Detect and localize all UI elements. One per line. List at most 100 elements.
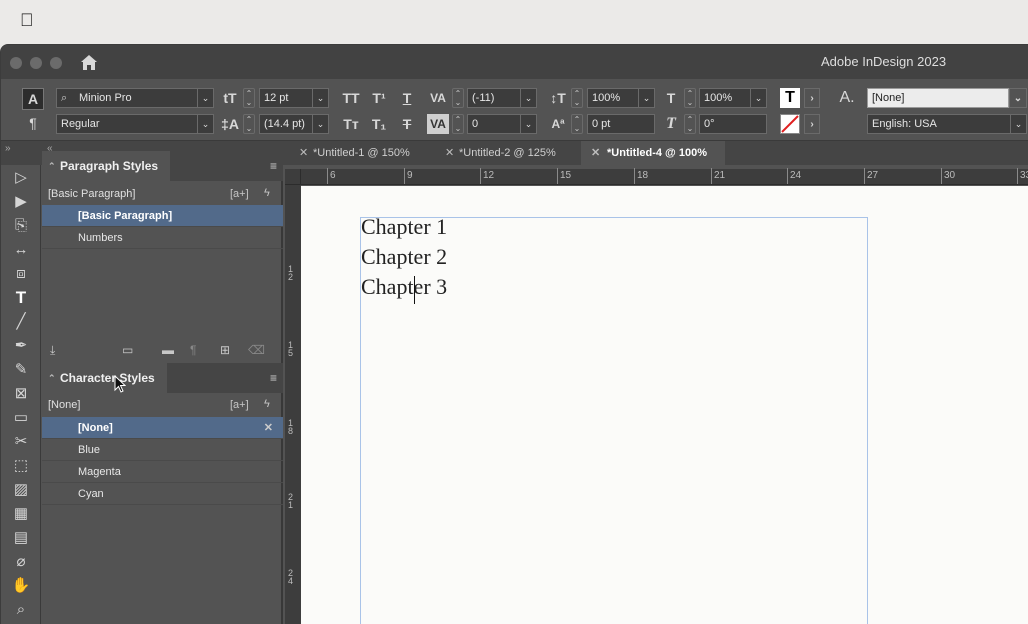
new-style-icon[interactable]: [a+] <box>230 399 249 411</box>
close-window-button[interactable] <box>10 57 22 69</box>
zoom-tool-icon[interactable]: ⌕ <box>9 599 33 621</box>
close-icon[interactable]: ✕ <box>299 141 308 165</box>
chevron-down-icon[interactable]: ⌄ <box>197 115 213 133</box>
vertical-ruler[interactable]: 1 21 51 82 12 42 <box>285 185 301 624</box>
pencil-tool-icon[interactable]: ✎ <box>9 359 33 381</box>
list-item[interactable]: Cyan <box>42 483 283 505</box>
chevron-down-icon[interactable]: ⌄ <box>197 89 213 107</box>
font-size-stepper[interactable]: ⌃ ⌄ <box>243 88 255 108</box>
tab-untitled-2[interactable]: ✕ *Untitled-2 @ 125% <box>445 141 579 165</box>
list-item[interactable]: [None] ✕ <box>42 417 283 439</box>
list-item[interactable]: Blue <box>42 439 283 461</box>
panel-menu-icon[interactable]: ≡ <box>270 371 277 385</box>
horizontal-scale-stepper[interactable]: ⌃ ⌄ <box>684 88 696 108</box>
horizontal-ruler[interactable]: 6 9 12 15 18 21 24 27 30 33 <box>301 168 1028 185</box>
rectangle-tool-icon[interactable]: ▭ <box>9 407 33 429</box>
load-styles-icon[interactable]: ⤓ <box>50 343 55 358</box>
home-icon[interactable] <box>79 53 99 71</box>
panel-menu-icon[interactable]: ≡ <box>270 159 277 173</box>
close-icon[interactable]: ✕ <box>591 141 600 165</box>
list-item[interactable]: Numbers <box>42 227 283 249</box>
chevron-down-icon[interactable]: ⌄ <box>638 89 654 107</box>
minimize-window-button[interactable] <box>30 57 42 69</box>
clear-overrides-icon[interactable]: ¶ <box>190 343 196 357</box>
stroke-none-icon[interactable] <box>780 114 800 134</box>
content-collector-icon[interactable]: ⧈ <box>9 263 33 285</box>
new-style-icon[interactable]: [a+] <box>230 188 249 200</box>
eyedropper-tool-icon[interactable]: ⌀ <box>9 551 33 573</box>
font-style-field[interactable]: Regular ⌄ <box>56 114 214 134</box>
skew-stepper[interactable]: ⌃ ⌄ <box>684 114 696 134</box>
font-size-field[interactable]: 12 pt ⌄ <box>259 88 329 108</box>
chevron-down-icon[interactable]: ⌄ <box>520 115 536 133</box>
scissors-tool-icon[interactable]: ✂ <box>9 431 33 453</box>
free-transform-tool-icon[interactable]: ⬚ <box>9 455 33 477</box>
type-tool-icon[interactable]: T <box>9 287 33 309</box>
zoom-window-button[interactable] <box>50 57 62 69</box>
folder-icon[interactable]: ▬ <box>162 343 174 357</box>
chevron-down-icon[interactable]: ⌄ <box>312 115 328 133</box>
list-item[interactable]: Magenta <box>42 461 283 483</box>
flash-icon[interactable]: ϟ <box>264 398 270 410</box>
chevron-right-icon[interactable]: › <box>804 88 820 108</box>
text-line[interactable]: Chapter 2 <box>361 244 447 270</box>
new-group-icon[interactable]: ▭ <box>122 343 133 357</box>
new-style-button[interactable]: ⊞ <box>220 343 230 357</box>
font-family-field[interactable]: ⌕ Minion Pro ⌄ <box>56 88 214 108</box>
direct-selection-tool-icon[interactable]: ▶ <box>9 191 33 213</box>
character-style-field[interactable]: [None] <box>867 88 1009 108</box>
hand-tool-icon[interactable]: ✋ <box>9 575 33 597</box>
chevron-down-icon[interactable]: ⌄ <box>750 89 766 107</box>
expand-toolbar-icon[interactable]: » <box>5 143 11 154</box>
fill-text-icon[interactable]: T <box>780 88 800 108</box>
strikethrough-icon[interactable]: T <box>397 114 417 134</box>
vertical-scale-stepper[interactable]: ⌃ ⌄ <box>571 88 583 108</box>
vertical-scale-field[interactable]: 100% ⌄ <box>587 88 655 108</box>
tab-untitled-4[interactable]: ✕ *Untitled-4 @ 100% <box>581 141 725 165</box>
pen-tool-icon[interactable]: ✒ <box>9 335 33 357</box>
flash-icon[interactable]: ϟ <box>264 187 270 199</box>
character-mode-icon[interactable]: A <box>22 88 44 110</box>
selection-tool-icon[interactable]: ▷ <box>9 167 33 189</box>
character-styles-tab[interactable]: ⌃ Character Styles <box>42 363 167 393</box>
leading-stepper[interactable]: ⌃ ⌄ <box>243 114 255 134</box>
note-tool-icon[interactable]: ▤ <box>9 527 33 549</box>
kerning-field[interactable]: (-11) ⌄ <box>467 88 537 108</box>
paragraph-styles-tab[interactable]: ⌃ Paragraph Styles <box>42 151 171 181</box>
underline-icon[interactable]: T <box>397 88 417 108</box>
close-icon[interactable]: ✕ <box>445 141 454 165</box>
tracking-field[interactable]: 0 ⌄ <box>467 114 537 134</box>
chevron-right-icon[interactable]: › <box>804 114 820 134</box>
leading-field[interactable]: (14.4 pt) ⌄ <box>259 114 329 134</box>
small-caps-icon[interactable]: Tт <box>341 114 361 134</box>
text-line[interactable]: Chapter 3 <box>361 274 447 300</box>
chevron-down-icon[interactable]: ⌄ <box>1009 88 1027 108</box>
apple-icon[interactable]:  <box>20 10 34 31</box>
subscript-icon[interactable]: T₁ <box>369 114 389 134</box>
list-item[interactable]: [Basic Paragraph] <box>42 205 283 227</box>
language-field[interactable]: English: USA ⌄ <box>867 114 1027 134</box>
line-tool-icon[interactable]: ╱ <box>9 311 33 333</box>
rectangle-frame-tool-icon[interactable]: ⊠ <box>9 383 33 405</box>
page-tool-icon[interactable]: ⎘ <box>9 215 33 237</box>
superscript-icon[interactable]: T¹ <box>369 88 389 108</box>
document-canvas[interactable]: Chapter 1 Chapter 2 Chapter 3 <box>301 186 1028 624</box>
tracking-stepper[interactable]: ⌃ ⌄ <box>452 114 464 134</box>
all-caps-icon[interactable]: TT <box>341 88 361 108</box>
ruler-origin[interactable] <box>285 169 301 185</box>
chevron-down-icon[interactable]: ⌄ <box>1010 115 1026 133</box>
horizontal-scale-field[interactable]: 100% ⌄ <box>699 88 767 108</box>
text-line[interactable]: Chapter 1 <box>361 214 447 240</box>
baseline-shift-field[interactable]: 0 pt <box>587 114 655 134</box>
skew-field[interactable]: 0° <box>699 114 767 134</box>
paragraph-mode-icon[interactable]: ¶ <box>23 113 43 133</box>
chevron-down-icon[interactable]: ⌄ <box>312 89 328 107</box>
kerning-stepper[interactable]: ⌃ ⌄ <box>452 88 464 108</box>
gradient-swatch-tool-icon[interactable]: ▨ <box>9 479 33 501</box>
trash-icon[interactable]: ⌫ <box>248 343 265 357</box>
chevron-down-icon[interactable]: ⌄ <box>520 89 536 107</box>
text-frame[interactable]: Chapter 1 Chapter 2 Chapter 3 <box>360 214 868 624</box>
gap-tool-icon[interactable]: ↔ <box>9 239 33 261</box>
baseline-shift-stepper[interactable]: ⌃ ⌄ <box>571 114 583 134</box>
tab-untitled-1[interactable]: ✕ *Untitled-1 @ 150% <box>299 141 429 165</box>
